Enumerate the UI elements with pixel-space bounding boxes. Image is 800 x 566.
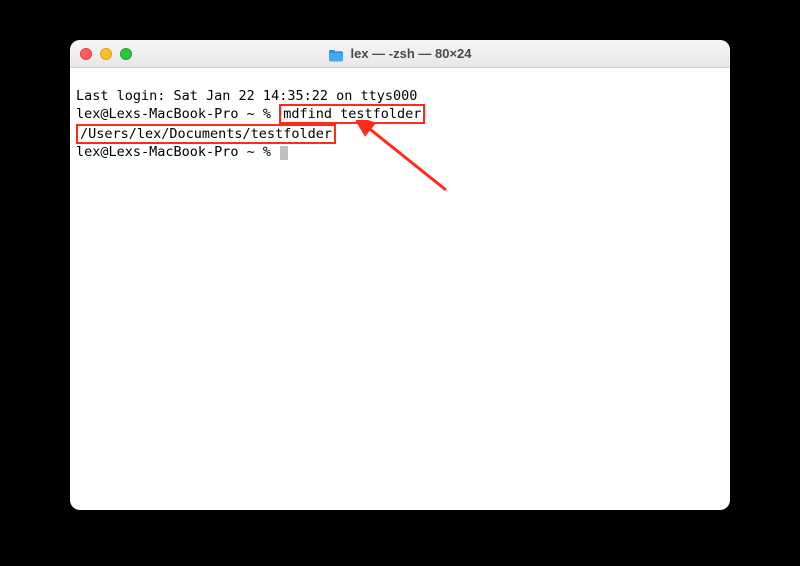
window-title-wrap: lex — -zsh — 80×24 (70, 46, 730, 61)
terminal-content[interactable]: Last login: Sat Jan 22 14:35:22 on ttys0… (70, 68, 730, 212)
close-icon[interactable] (80, 48, 92, 60)
last-login-line: Last login: Sat Jan 22 14:35:22 on ttys0… (76, 88, 724, 104)
highlighted-command: mdfind testfolder (279, 104, 425, 124)
folder-icon (328, 47, 344, 60)
prompt-1: lex@Lexs-MacBook-Pro ~ % (76, 106, 279, 122)
prompt-line-2: lex@Lexs-MacBook-Pro ~ % (76, 144, 724, 160)
zoom-icon[interactable] (120, 48, 132, 60)
titlebar[interactable]: lex — -zsh — 80×24 (70, 40, 730, 68)
prompt-2: lex@Lexs-MacBook-Pro ~ % (76, 144, 279, 160)
window-title: lex — -zsh — 80×24 (350, 46, 471, 61)
minimize-icon[interactable] (100, 48, 112, 60)
prompt-line-1: lex@Lexs-MacBook-Pro ~ % mdfind testfold… (76, 104, 724, 124)
highlighted-output: /Users/lex/Documents/testfolder (76, 124, 336, 144)
output-line: /Users/lex/Documents/testfolder (76, 124, 724, 144)
cursor-icon (280, 146, 288, 160)
terminal-window: lex — -zsh — 80×24 Last login: Sat Jan 2… (70, 40, 730, 510)
traffic-lights (80, 48, 132, 60)
